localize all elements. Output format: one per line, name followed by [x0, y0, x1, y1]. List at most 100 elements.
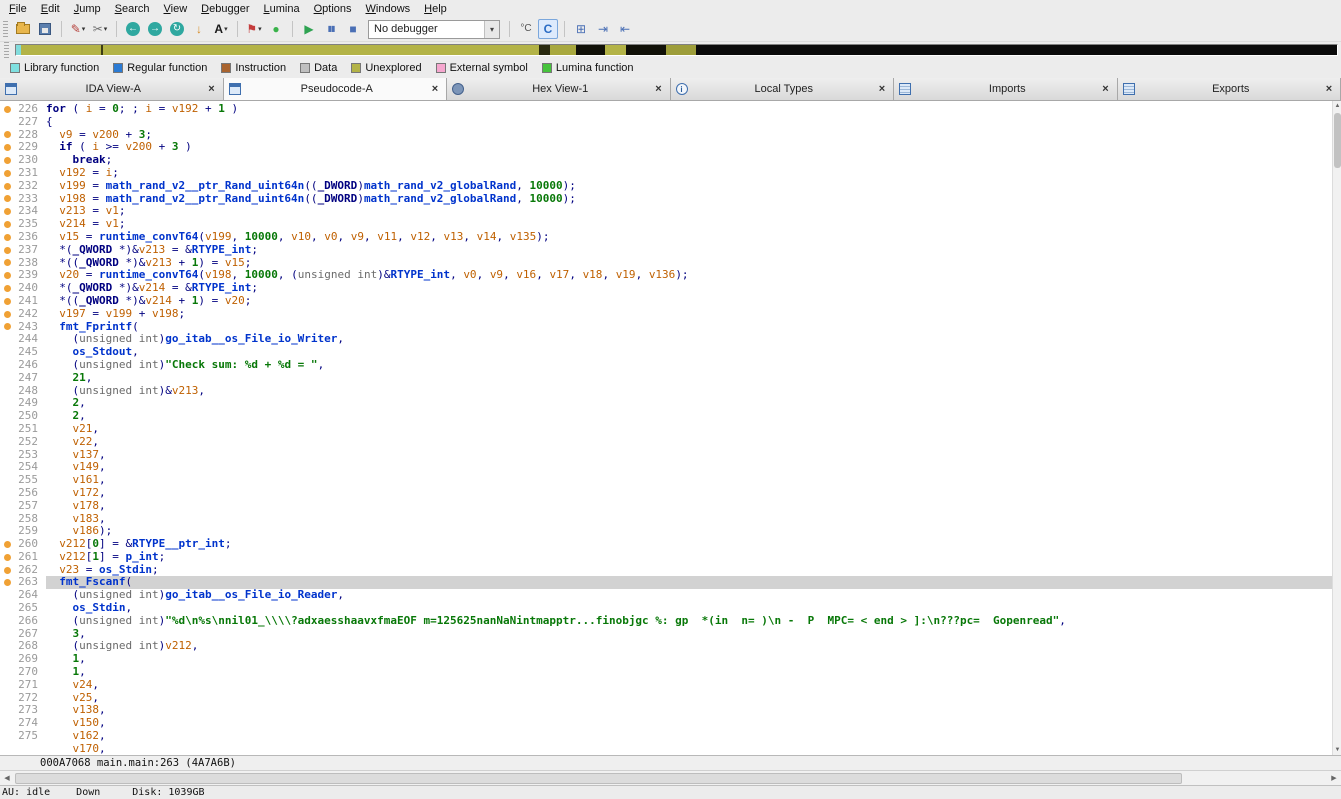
- menu-view[interactable]: View: [157, 2, 195, 16]
- menu-lumina[interactable]: Lumina: [256, 2, 306, 16]
- code-text[interactable]: 2,: [46, 396, 1332, 410]
- imports-list-button[interactable]: ⇥: [593, 19, 613, 39]
- code-text[interactable]: (unsigned int)"Check sum: %d + %d = ",: [46, 358, 1332, 372]
- tab-hex-view-1[interactable]: Hex View-1 ×: [447, 78, 671, 100]
- scroll-down-arrow-icon[interactable]: ▼: [1333, 745, 1341, 755]
- code-text[interactable]: {: [46, 115, 1332, 129]
- code-text[interactable]: v186);: [46, 524, 1332, 538]
- code-line-234[interactable]: 234 v213 = v1;: [0, 204, 1332, 218]
- code-text[interactable]: v150,: [46, 716, 1332, 730]
- code-line-246[interactable]: 246 (unsigned int)"Check sum: %d + %d = …: [0, 358, 1332, 372]
- code-line-257[interactable]: 257 v178,: [0, 499, 1332, 513]
- code-text[interactable]: v25,: [46, 691, 1332, 705]
- cut-tool-button[interactable]: ✂ ▾: [90, 19, 110, 39]
- code-text[interactable]: v137,: [46, 448, 1332, 462]
- code-line-252[interactable]: 252 v22,: [0, 435, 1332, 449]
- code-line-249[interactable]: 249 2,: [0, 396, 1332, 410]
- breakpoint-flag-button[interactable]: ⚑ ▾: [244, 19, 264, 39]
- tab-close-icon[interactable]: ×: [876, 83, 888, 95]
- text-search-button[interactable]: A ▾: [211, 19, 231, 39]
- code-line-261[interactable]: 261 v212[1] = p_int;: [0, 550, 1332, 564]
- code-text[interactable]: 1,: [46, 652, 1332, 666]
- code-line-228[interactable]: 228 v9 = v200 + 3;: [0, 128, 1332, 142]
- nav-back-button[interactable]: ←: [123, 19, 143, 39]
- tab-close-icon[interactable]: ×: [653, 83, 665, 95]
- code-line-260[interactable]: 260 v212[0] = &RTYPE__ptr_int;: [0, 537, 1332, 551]
- scroll-up-arrow-icon[interactable]: ▲: [1333, 101, 1341, 111]
- chevron-down-icon[interactable]: ▾: [484, 20, 499, 38]
- navband-segment-4[interactable]: [539, 45, 550, 55]
- code-line-258[interactable]: 258 v183,: [0, 512, 1332, 526]
- navband-drag-handle[interactable]: [4, 42, 9, 58]
- tab-close-icon[interactable]: ×: [1100, 83, 1112, 95]
- code-line-227[interactable]: 227 {: [0, 115, 1332, 129]
- code-line-270[interactable]: 270 1,: [0, 665, 1332, 679]
- horizontal-scroll-thumb[interactable]: [15, 773, 1182, 784]
- code-line-256[interactable]: 256 v172,: [0, 486, 1332, 500]
- code-line-275[interactable]: 275 v162,: [0, 729, 1332, 743]
- code-text[interactable]: v23 = os_Stdin;: [46, 563, 1332, 577]
- code-text[interactable]: *((_QWORD *)&v214 + 1) = v20;: [46, 294, 1332, 308]
- code-line-254[interactable]: 254 v149,: [0, 460, 1332, 474]
- code-line-229[interactable]: 229 if ( i >= v200 + 3 ): [0, 140, 1332, 154]
- code-text[interactable]: v212[0] = &RTYPE__ptr_int;: [46, 537, 1332, 551]
- tab-imports[interactable]: Imports ×: [894, 78, 1118, 100]
- code-text[interactable]: 21,: [46, 371, 1332, 385]
- code-line-262[interactable]: 262 v23 = os_Stdin;: [0, 563, 1332, 577]
- code-line-269[interactable]: 269 1,: [0, 652, 1332, 666]
- code-text[interactable]: (unsigned int)"%d\n%s\nnil01_\\\\?adxaes…: [46, 614, 1332, 628]
- navband-segment-1[interactable]: [21, 45, 101, 55]
- code-text[interactable]: for ( i = 0; ; i = v192 + 1 ): [46, 103, 1332, 116]
- code-line-242[interactable]: 242 v197 = v199 + v198;: [0, 307, 1332, 321]
- menu-edit[interactable]: Edit: [34, 2, 67, 16]
- lumina-status-button[interactable]: ●: [266, 19, 286, 39]
- scroll-right-arrow-icon[interactable]: ▶: [1327, 771, 1341, 785]
- code-text[interactable]: 1,: [46, 665, 1332, 679]
- jump-address-button[interactable]: ↓: [189, 19, 209, 39]
- code-line-255[interactable]: 255 v161,: [0, 473, 1332, 487]
- code-text[interactable]: v138,: [46, 704, 1332, 717]
- code-line-226[interactable]: 226 for ( i = 0; ; i = v192 + 1 ): [0, 103, 1332, 116]
- code-text[interactable]: (unsigned int)go_itab__os_File_io_Writer…: [46, 332, 1332, 346]
- code-text[interactable]: v149,: [46, 460, 1332, 474]
- code-line-264[interactable]: 264 (unsigned int)go_itab__os_File_io_Re…: [0, 588, 1332, 602]
- code-line-274[interactable]: 274 v150,: [0, 716, 1332, 730]
- menu-options[interactable]: Options: [307, 2, 359, 16]
- c-compiler-button[interactable]: C: [538, 19, 558, 39]
- code-text[interactable]: v172,: [46, 486, 1332, 500]
- code-line-266[interactable]: 266 (unsigned int)"%d\n%s\nnil01_\\\\?ad…: [0, 614, 1332, 628]
- navband[interactable]: [15, 44, 1338, 56]
- code-line-251[interactable]: 251 v21,: [0, 422, 1332, 436]
- navband-segment-8[interactable]: [626, 45, 666, 55]
- code-text[interactable]: v162,: [46, 729, 1332, 743]
- tab-exports[interactable]: Exports ×: [1117, 78, 1341, 100]
- open-file-button[interactable]: [13, 19, 33, 39]
- start-process-button[interactable]: ▶: [299, 19, 319, 39]
- tab-close-icon[interactable]: ×: [206, 83, 218, 95]
- navband-segment-5[interactable]: [549, 45, 577, 55]
- code-line-233[interactable]: 233 v198 = math_rand_v2__ptr_Rand_uint64…: [0, 192, 1332, 206]
- navband-segment-10[interactable]: [696, 45, 1337, 55]
- code-text[interactable]: (unsigned int)go_itab__os_File_io_Reader…: [46, 588, 1332, 602]
- pause-process-button[interactable]: ▮▮: [321, 19, 341, 39]
- scroll-left-arrow-icon[interactable]: ◀: [0, 771, 14, 785]
- code-text[interactable]: v22,: [46, 435, 1332, 449]
- code-line-partial[interactable]: v170,: [0, 742, 1332, 755]
- menu-windows[interactable]: Windows: [359, 2, 418, 16]
- code-text[interactable]: v170,: [46, 742, 1332, 755]
- navband-segment-6[interactable]: [576, 45, 606, 55]
- code-text[interactable]: 2,: [46, 409, 1332, 423]
- code-text[interactable]: v213 = v1;: [46, 204, 1332, 218]
- pseudocode-view[interactable]: 226 for ( i = 0; ; i = v192 + 1 ) 227 {228 …: [0, 101, 1341, 755]
- code-text[interactable]: v212[1] = p_int;: [46, 550, 1332, 564]
- degrees-c-button[interactable]: °C: [516, 19, 536, 39]
- code-line-273[interactable]: 273 v138,: [0, 704, 1332, 717]
- tab-ida-view-a[interactable]: IDA View-A ×: [0, 78, 224, 100]
- navband-segment-3[interactable]: [103, 45, 540, 55]
- tab-local-types[interactable]: i Local Types ×: [670, 78, 894, 100]
- code-text[interactable]: v21,: [46, 422, 1332, 436]
- menu-help[interactable]: Help: [417, 2, 454, 16]
- code-line-267[interactable]: 267 3,: [0, 627, 1332, 641]
- code-text[interactable]: v24,: [46, 678, 1332, 692]
- menu-file[interactable]: File: [2, 2, 34, 16]
